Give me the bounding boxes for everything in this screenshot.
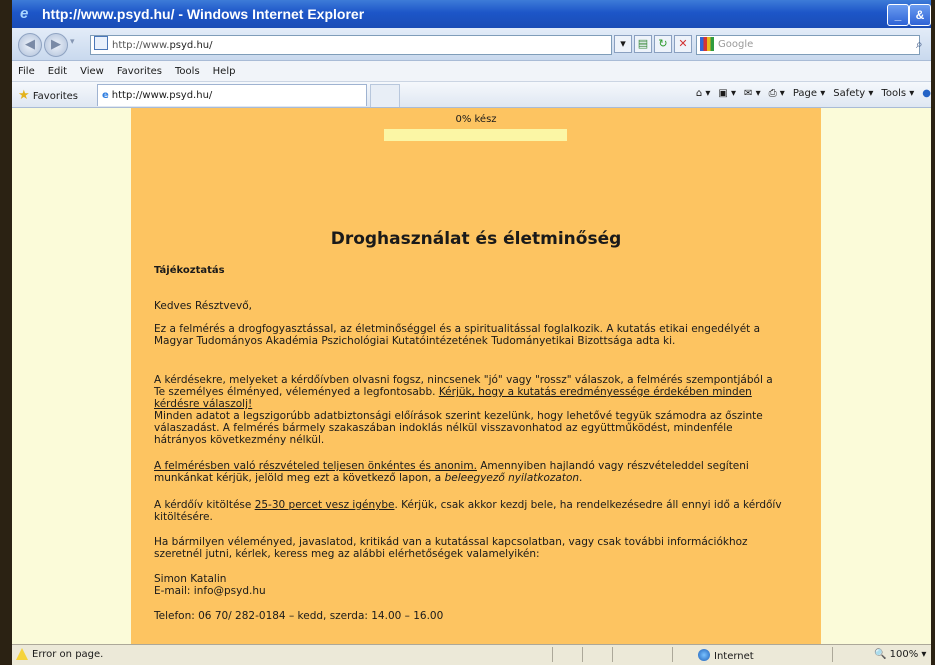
safety-menu[interactable]: Safety ▾ — [833, 88, 873, 99]
contact-phone: Telefon: 06 70/ 282-0184 – kedd, szerda:… — [154, 610, 444, 622]
paragraph-ethics: Ez a felmérés a drogfogyasztással, az él… — [154, 323, 784, 347]
refresh-icon[interactable]: ↻ — [654, 35, 672, 53]
paragraph-duration: A kérdőív kitöltése 25-30 percet vesz ig… — [154, 499, 784, 523]
address-dropdown-icon[interactable]: ▾ — [614, 35, 632, 53]
greeting: Kedves Résztvevő, — [154, 300, 784, 312]
favorites-bar: ★ Favorites e http://www.psyd.hu/ ⌂ ▾ ▣ ▾… — [12, 82, 931, 108]
paragraph-privacy-text: Minden adatot a legszigorúbb adatbiztons… — [154, 410, 763, 446]
tools-menu[interactable]: Tools ▾ — [881, 88, 914, 99]
new-tab-button[interactable] — [370, 84, 400, 107]
print-icon[interactable]: ⎙ ▾ — [769, 88, 785, 99]
consent-form-ref: beleegyező nyilatkozaton — [444, 472, 580, 484]
restore-button[interactable]: & — [909, 4, 931, 26]
paragraph-contact: Ha bármilyen véleményed, javaslatod, kri… — [154, 536, 784, 560]
contact-name: Simon Katalin — [154, 573, 227, 585]
menu-tools[interactable]: Tools — [175, 66, 200, 77]
compatibility-icon[interactable]: ▤ — [634, 35, 652, 53]
duration-lead: A kérdőív kitöltése — [154, 499, 255, 511]
zone-label: Internet — [714, 651, 754, 662]
page-title: Droghasználat és életminőség — [330, 229, 622, 249]
feeds-icon[interactable]: ▣ ▾ — [718, 88, 736, 99]
ie-tab-icon: e — [102, 90, 109, 101]
progress-label: 0% kész — [455, 114, 497, 125]
favorites-button[interactable]: ★ Favorites — [18, 88, 78, 103]
status-divider — [612, 647, 613, 662]
paragraph-answers: A kérdésekre, melyeket a kérdőívben olva… — [154, 374, 784, 446]
paragraph-contact-text: Ha bármilyen véleményed, javaslatod, kri… — [154, 536, 748, 560]
period: . — [579, 472, 583, 484]
contact-phone-block: Telefon: 06 70/ 282-0184 – kedd, szerda:… — [154, 610, 784, 622]
menu-favorites[interactable]: Favorites — [117, 66, 162, 77]
search-placeholder: Google — [718, 39, 754, 50]
status-divider — [582, 647, 583, 662]
zoom-control[interactable]: 🔍 100% ▾ — [874, 649, 926, 660]
menu-view[interactable]: View — [80, 66, 104, 77]
status-bar: Error on page. Internet 🔍 100% ▾ — [12, 644, 931, 665]
greeting-text: Kedves Résztvevő, — [154, 300, 253, 312]
status-divider — [672, 647, 673, 662]
window-title: http://www.psyd.hu/ - Windows Internet E… — [42, 6, 365, 22]
menu-edit[interactable]: Edit — [48, 66, 67, 77]
security-zone[interactable]: Internet — [698, 649, 754, 662]
status-text[interactable]: Error on page. — [32, 649, 103, 660]
globe-icon — [698, 649, 710, 661]
desktop-right-edge — [931, 0, 935, 664]
command-bar: ⌂ ▾ ▣ ▾ ✉ ▾ ⎙ ▾ Page ▾ Safety ▾ Tools ▾ … — [688, 88, 931, 99]
history-dropdown-icon[interactable]: ▾ — [70, 37, 75, 47]
duration-note: 25-30 percet vesz igénybe — [254, 499, 395, 511]
page-column: 0% kész Droghasználat és életminőség Táj… — [131, 108, 821, 644]
warning-icon[interactable] — [16, 648, 28, 660]
zoom-label: 100% — [889, 649, 919, 660]
ie-logo-icon: e — [20, 5, 29, 22]
desktop-left-edge — [0, 0, 12, 664]
status-divider — [552, 647, 553, 662]
favorites-label: Favorites — [32, 91, 79, 102]
page-menu[interactable]: Page ▾ — [793, 88, 825, 99]
tab-title: http://www.psyd.hu/ — [111, 90, 213, 101]
title-bar[interactable]: e http://www.psyd.hu/ - Windows Internet… — [12, 0, 931, 28]
progress-bar — [384, 129, 567, 141]
voluntary-note: A felmérésben való részvételed teljesen … — [154, 460, 477, 472]
back-button[interactable]: ◀ — [18, 33, 42, 57]
mail-icon[interactable]: ✉ ▾ — [744, 88, 761, 99]
help-icon[interactable]: ● — [922, 88, 931, 99]
menu-help[interactable]: Help — [213, 66, 236, 77]
search-icon[interactable]: ⌕ — [916, 35, 930, 53]
page-viewport: 0% kész Droghasználat és életminőség Táj… — [12, 108, 931, 644]
page-icon — [94, 36, 108, 50]
url-domain: psyd.hu/ — [169, 40, 213, 51]
tab-psyd[interactable]: e http://www.psyd.hu/ — [97, 84, 367, 106]
section-heading: Tájékoztatás — [154, 265, 225, 276]
stop-icon[interactable]: ✕ — [674, 35, 692, 53]
browser-window: e http://www.psyd.hu/ - Windows Internet… — [12, 0, 931, 665]
menu-bar: File Edit View Favorites Tools Help — [12, 61, 931, 82]
contact-email[interactable]: E-mail: info@psyd.hu — [154, 585, 784, 597]
paragraph-voluntary: A felmérésben való részvételed teljesen … — [154, 460, 784, 484]
contact-block: Simon Katalin E-mail: info@psyd.hu — [154, 573, 784, 597]
home-icon[interactable]: ⌂ ▾ — [696, 88, 711, 99]
status-divider — [832, 647, 833, 662]
menu-file[interactable]: File — [18, 66, 35, 77]
address-input[interactable]: http://www.psyd.hu/ — [90, 35, 612, 55]
search-input[interactable]: Google — [696, 35, 920, 55]
paragraph-ethics-text: Ez a felmérés a drogfogyasztással, az él… — [154, 323, 761, 347]
star-icon: ★ — [18, 88, 30, 103]
address-toolbar: ◀ ▶ ▾ http://www.psyd.hu/ ▾ ▤ ↻ ✕ Google… — [12, 28, 931, 61]
url-prefix: http://www. — [112, 40, 170, 51]
minimize-button[interactable]: _ — [887, 4, 909, 26]
google-icon — [700, 37, 714, 51]
forward-button[interactable]: ▶ — [44, 33, 68, 57]
